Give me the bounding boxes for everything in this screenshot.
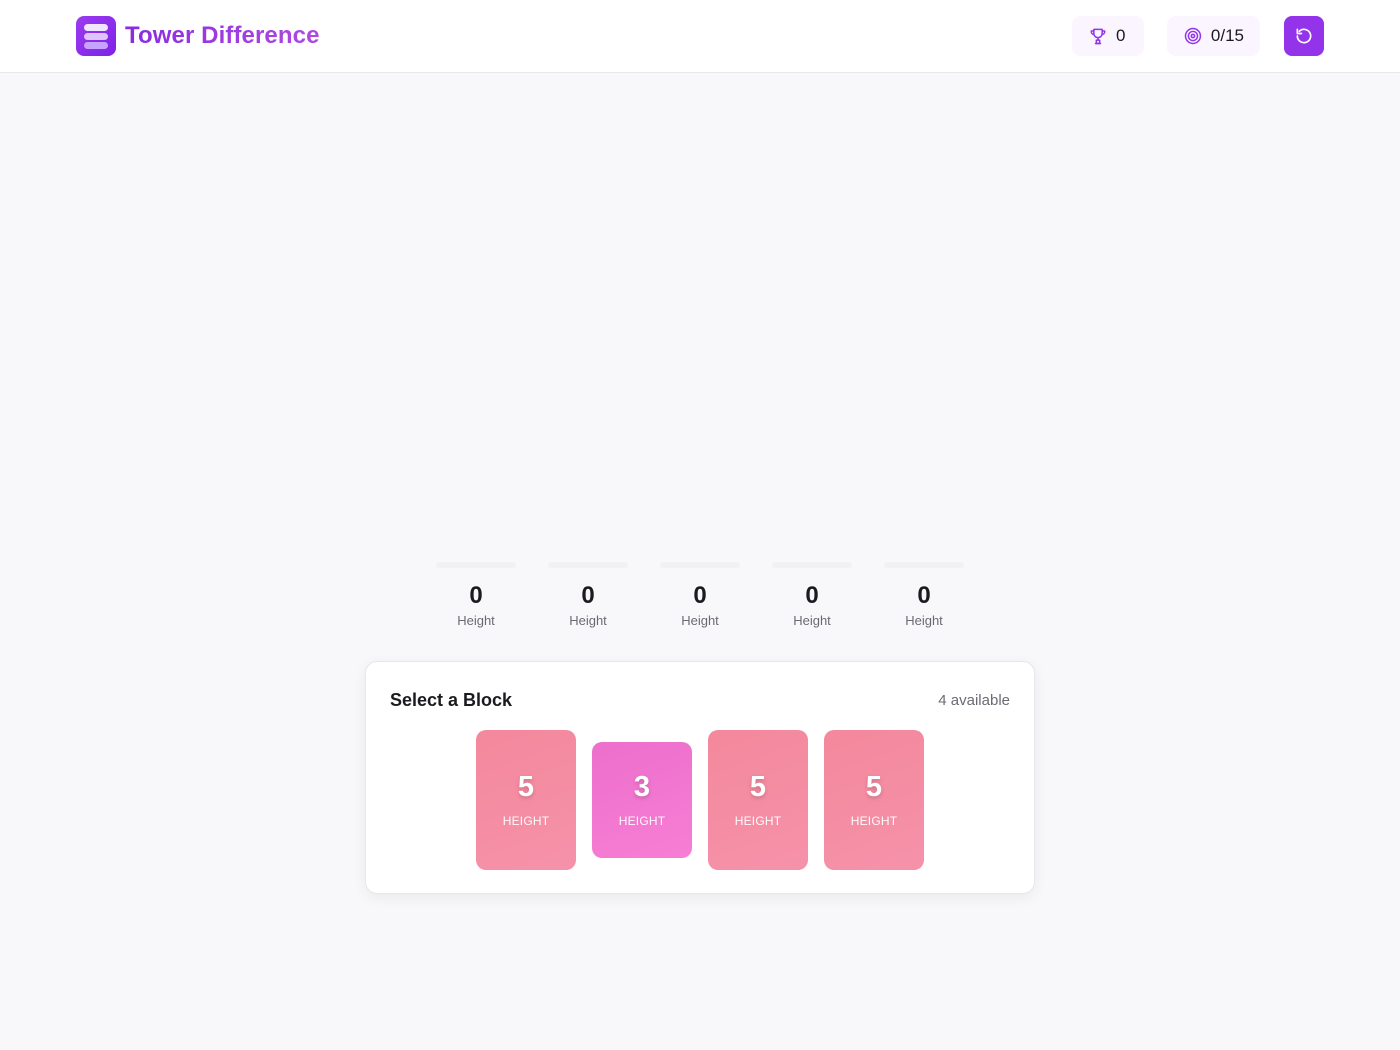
- block-card[interactable]: 5 HEIGHT: [708, 730, 808, 870]
- reset-icon: [1296, 28, 1312, 44]
- tower-height-label: Height: [457, 613, 495, 628]
- block-label: HEIGHT: [618, 813, 666, 828]
- tower-height-label: Height: [793, 613, 831, 628]
- tower[interactable]: 0 Height: [756, 556, 868, 636]
- available-count: 4 available: [938, 692, 1010, 709]
- tower[interactable]: 0 Height: [420, 556, 532, 636]
- progress-value: 0/15: [1210, 26, 1244, 45]
- tower-base: [436, 562, 516, 568]
- block-label: HEIGHT: [850, 813, 898, 828]
- stacked-blocks-icon: [76, 16, 116, 56]
- trophy-icon: [1090, 28, 1106, 45]
- block-card[interactable]: 3 HEIGHT: [592, 742, 692, 858]
- tower-base: [772, 562, 852, 568]
- tower-height-value: 0: [581, 582, 595, 609]
- tower-height-value: 0: [805, 582, 819, 609]
- block-card[interactable]: 5 HEIGHT: [824, 730, 924, 870]
- progress-badge: 0/15: [1167, 16, 1260, 56]
- score-badge: 0: [1072, 16, 1144, 56]
- tower-height-value: 0: [693, 582, 707, 609]
- top-bar: Tower Difference 0 0/15: [0, 0, 1400, 73]
- block-value: 3: [633, 770, 651, 803]
- tower-height-value: 0: [469, 582, 483, 609]
- tower-height-value: 0: [917, 582, 931, 609]
- block-label: HEIGHT: [734, 813, 782, 828]
- target-icon: [1184, 27, 1202, 45]
- tower-height-label: Height: [681, 613, 719, 628]
- block-value: 5: [749, 770, 767, 803]
- tower-base: [548, 562, 628, 568]
- tower-base: [884, 562, 964, 568]
- tower-height-label: Height: [569, 613, 607, 628]
- tower-base: [660, 562, 740, 568]
- app-title: Tower Difference: [125, 22, 320, 49]
- block-label: HEIGHT: [502, 813, 550, 828]
- tower-row: 0 Height 0 Height 0 Height 0 Height 0 He…: [420, 556, 980, 636]
- block-value: 5: [517, 770, 535, 803]
- block-card[interactable]: 5 HEIGHT: [476, 730, 576, 870]
- block-value: 5: [865, 770, 883, 803]
- panel-title: Select a Block: [390, 690, 513, 710]
- tower[interactable]: 0 Height: [868, 556, 980, 636]
- tower[interactable]: 0 Height: [532, 556, 644, 636]
- tower[interactable]: 0 Height: [644, 556, 756, 636]
- tower-height-label: Height: [905, 613, 943, 628]
- block-selector-panel: Select a Block 4 available 5 HEIGHT 3 HE…: [365, 661, 1035, 894]
- brand: Tower Difference: [76, 16, 320, 56]
- score-value: 0: [1116, 26, 1126, 45]
- reset-button[interactable]: [1284, 16, 1324, 56]
